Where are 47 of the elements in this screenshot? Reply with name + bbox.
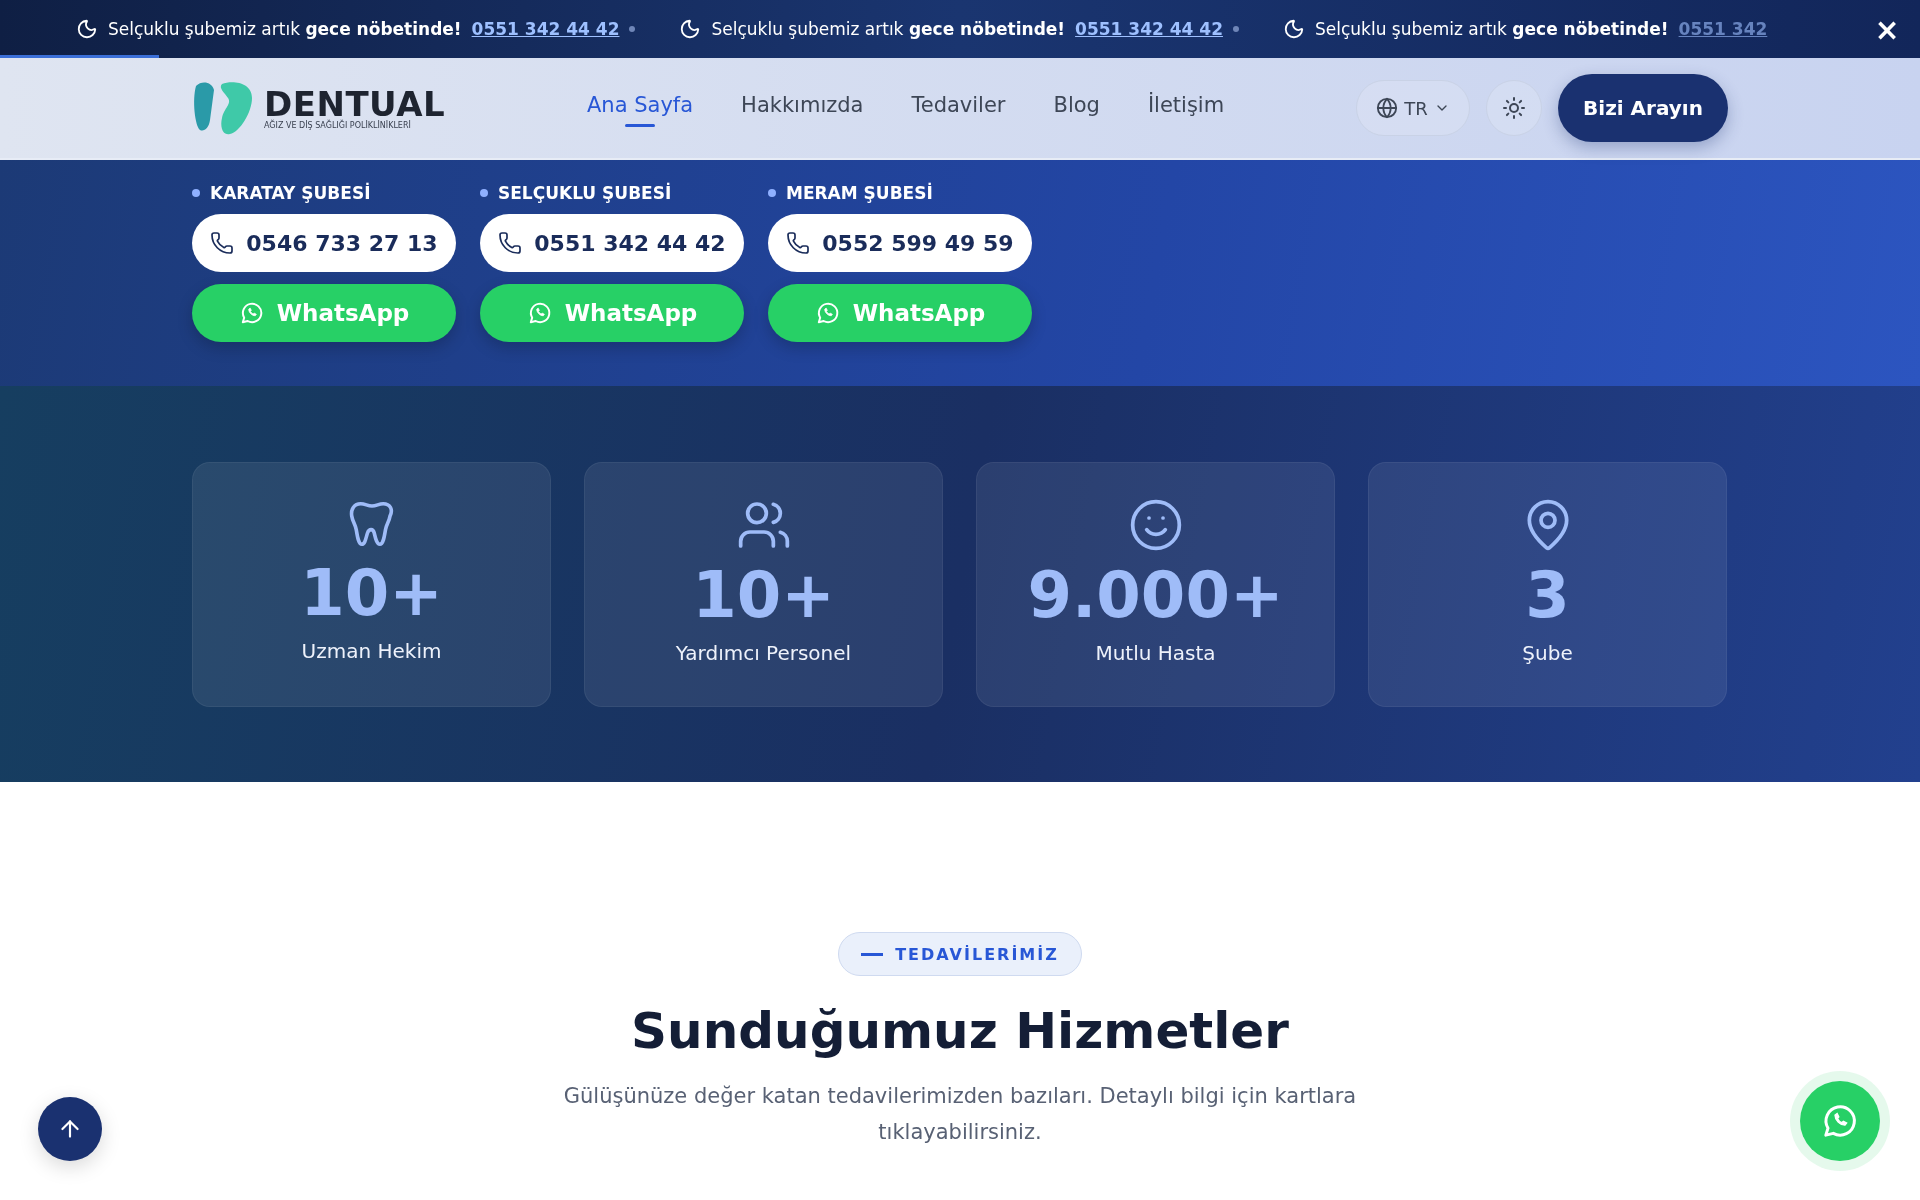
moon-icon	[76, 18, 98, 40]
bullet-dot	[480, 189, 488, 197]
bullet-dot	[768, 189, 776, 197]
phone-link[interactable]: 0551 342 44 42	[1075, 19, 1223, 39]
phone-button[interactable]: 0552 599 49 59	[768, 214, 1032, 272]
moon-icon	[679, 18, 702, 40]
stat-value: 3	[1525, 563, 1570, 627]
bullet-dot	[192, 189, 200, 197]
section-title: Sunduğumuz Hizmetler	[631, 1002, 1289, 1060]
branch-name: SELÇUKLU ŞUBESİ	[498, 183, 672, 203]
stat-label: Mutlu Hasta	[1095, 641, 1216, 665]
scroll-top-button[interactable]	[38, 1097, 102, 1161]
stat-label: Şube	[1522, 641, 1573, 665]
sun-icon	[1502, 96, 1526, 120]
announcement-text: Selçuklu şubemiz artık gece nöbetinde!	[108, 19, 462, 39]
stat-label: Yardımcı Personel	[675, 641, 852, 665]
logo-tagline: AĞIZ VE DİŞ SAĞLIĞI POLİKLİNİKLERİ	[264, 120, 412, 130]
section-badge: TEDAVİLERİMİZ	[838, 932, 1082, 976]
phone-icon	[498, 231, 523, 255]
stat-value: 9.000+	[1027, 563, 1284, 627]
logo-name: DENTUAL	[264, 86, 446, 121]
phone-link[interactable]: 0551 342	[1678, 19, 1768, 39]
nav-link[interactable]: Hakkımızda	[741, 93, 864, 123]
globe-icon	[1376, 97, 1399, 119]
language-selector[interactable]: TR	[1356, 80, 1470, 136]
branch-name: MERAM ŞUBESİ	[786, 183, 933, 203]
phone-icon	[210, 231, 235, 255]
stat-value: 10+	[300, 561, 443, 625]
separator-dot	[1232, 26, 1239, 32]
phone-link[interactable]: 0551 342 44 42	[471, 19, 620, 39]
theme-toggle[interactable]	[1486, 80, 1542, 136]
nav-link[interactable]: Tedaviler	[911, 93, 1006, 123]
phone-button[interactable]: 0546 733 27 13	[192, 214, 456, 272]
announcement-text: Selçuklu şubemiz artık gece nöbetinde!	[711, 19, 1066, 39]
stat-label: Uzman Hekim	[301, 639, 442, 663]
branch-name: KARATAY ŞUBESİ	[210, 183, 371, 203]
nav-link[interactable]: Blog	[1053, 93, 1100, 123]
call-button[interactable]: Bizi Arayın	[1558, 74, 1728, 142]
phone-icon	[786, 231, 811, 255]
moon-icon	[1282, 18, 1305, 40]
close-button[interactable]: ×	[1862, 10, 1912, 48]
separator-dot	[629, 26, 636, 32]
announcement-text: Selçuklu şubemiz artık gece nöbetinde!	[1314, 19, 1669, 39]
section-description: Gülüşünüze değer katan tedavilerimizden bazıları. Detaylı bilgi için kartlara tıklayabilirsiniz.	[562, 1083, 1358, 1146]
nav-link[interactable]: İletişim	[1147, 93, 1225, 123]
stat-value: 10+	[692, 563, 835, 627]
phone-button[interactable]: 0551 342 44 42	[480, 214, 744, 272]
